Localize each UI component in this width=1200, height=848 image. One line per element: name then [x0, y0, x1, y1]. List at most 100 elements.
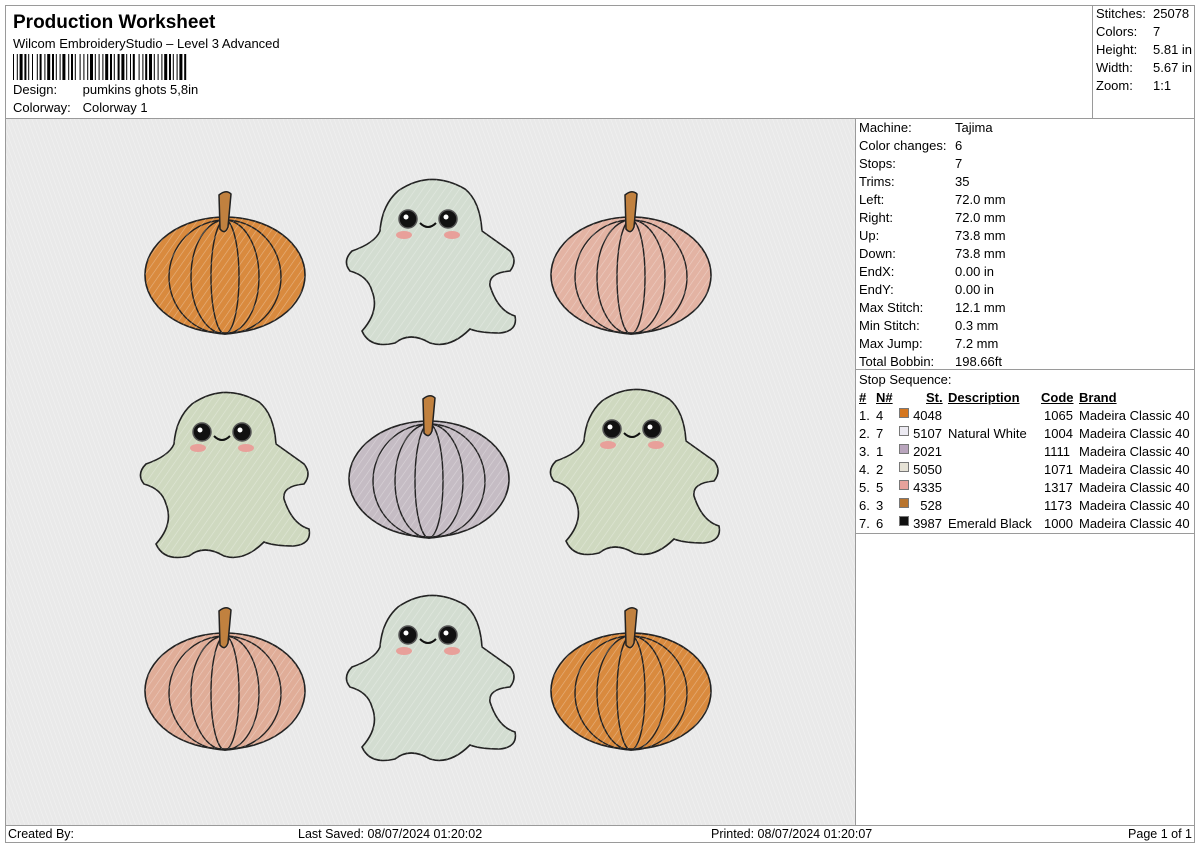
- col-header-stitches: St.: [926, 390, 943, 405]
- stitch-count: 3987: [913, 516, 942, 531]
- barcode: [13, 54, 187, 80]
- machine-info-row: Down: 73.8 mm: [859, 246, 1006, 261]
- machine-info-label: Total Bobbin:: [859, 354, 935, 369]
- needle-number: 4: [876, 408, 884, 423]
- colorway-label: Colorway:: [13, 100, 71, 115]
- stitches-label: Stitches:: [1096, 6, 1146, 21]
- stop-sequence-row: 4. 2 5050 1071 Madeira Classic 40: [856, 462, 1195, 480]
- zoom-value: 1:1: [1153, 78, 1172, 93]
- machine-info-value: 72.0 mm: [955, 192, 1006, 207]
- stop-sequence-row: 6. 3 528 1173 Madeira Classic 40: [856, 498, 1195, 516]
- embroidery-preview: [6, 119, 855, 826]
- machine-info-label: Min Stitch:: [859, 318, 920, 333]
- machine-info-label: Trims:: [859, 174, 895, 189]
- printed-date: Printed: 08/07/2024 01:20:07: [711, 827, 873, 841]
- stitches-value: 25078: [1153, 6, 1190, 21]
- colors-value: 7: [1153, 24, 1161, 39]
- width-value: 5.67 in: [1153, 60, 1193, 75]
- thread-brand: Madeira Classic 40: [1079, 444, 1190, 459]
- design-preview: [6, 119, 856, 826]
- machine-info-row: Color changes: 6: [859, 138, 962, 153]
- colorway-row: Colorway: Colorway 1: [13, 100, 148, 115]
- machine-info-value: 35: [955, 174, 970, 189]
- machine-info-value: Tajima: [955, 120, 993, 135]
- machine-info-row: Machine: Tajima: [859, 120, 993, 135]
- stitches-row: Stitches: 25078: [1096, 6, 1189, 21]
- machine-info-row: Max Jump: 7.2 mm: [859, 336, 998, 351]
- stitch-count: 5107: [913, 426, 942, 441]
- thread-brand: Madeira Classic 40: [1079, 408, 1190, 423]
- stop-sequence-title: Stop Sequence:: [859, 372, 952, 387]
- divider: [856, 369, 1195, 370]
- machine-info-value: 7: [955, 156, 963, 171]
- machine-info-value: 0.00 in: [955, 264, 995, 279]
- machine-info-value: 198.66ft: [955, 354, 1002, 369]
- machine-info-label: Max Stitch:: [859, 300, 924, 315]
- stop-sequence-row: 7. 6 3987 Emerald Black 1000 Madeira Classic …: [856, 516, 1195, 534]
- row-number: 7.: [859, 516, 870, 531]
- thread-description: Emerald Black: [948, 516, 1032, 531]
- machine-info-row: Max Stitch: 12.1 mm: [859, 300, 1006, 315]
- last-saved: Last Saved: 08/07/2024 01:20:02: [298, 827, 483, 841]
- row-number: 4.: [859, 462, 870, 477]
- machine-info-row: EndX: 0.00 in: [859, 264, 994, 279]
- design-value: pumkins ghots 5,8in: [82, 82, 199, 97]
- machine-info-row: Trims: 35: [859, 174, 969, 189]
- design-stats: Stitches: 25078 Colors: 7 Height: 5.81 in W…: [1092, 5, 1195, 119]
- stop-sequence-row: 1. 4 4048 1065 Madeira Classic 40: [856, 408, 1195, 426]
- color-swatch: [899, 480, 909, 490]
- stop-sequence-row: 3. 1 2021 1111 Madeira Classic 40: [856, 444, 1195, 462]
- thread-description: Natural White: [948, 426, 1027, 441]
- stop-sequence-row: 5. 5 4335 1317 Madeira Classic 40: [856, 480, 1195, 498]
- stitch-count: 2021: [913, 444, 942, 459]
- machine-info-label: Stops:: [859, 156, 896, 171]
- worksheet-header: Production Worksheet Wilcom EmbroiderySt…: [5, 5, 1092, 119]
- colorway-value: Colorway 1: [82, 100, 148, 115]
- machine-info-label: Max Jump:: [859, 336, 923, 351]
- page-title: Production Worksheet: [13, 12, 216, 33]
- zoom-row: Zoom: 1:1: [1096, 78, 1171, 93]
- thread-brand: Madeira Classic 40: [1079, 462, 1190, 477]
- height-label: Height:: [1096, 42, 1138, 57]
- machine-info-row: Stops: 7: [859, 156, 962, 171]
- colors-row: Colors: 7: [1096, 24, 1160, 39]
- thread-code: 1173: [1044, 498, 1072, 513]
- machine-info-value: 7.2 mm: [955, 336, 999, 351]
- machine-info-label: Up:: [859, 228, 880, 243]
- colors-label: Colors:: [1096, 24, 1138, 39]
- stitch-count: 5050: [913, 462, 942, 477]
- thread-code: 1111: [1044, 444, 1071, 459]
- machine-info-row: Left: 72.0 mm: [859, 192, 1006, 207]
- thread-brand: Madeira Classic 40: [1079, 426, 1190, 441]
- machine-info-label: Left:: [859, 192, 885, 207]
- height-value: 5.81 in: [1153, 42, 1193, 57]
- thread-brand: Madeira Classic 40: [1079, 498, 1190, 513]
- thread-brand: Madeira Classic 40: [1079, 516, 1190, 531]
- row-number: 6.: [859, 498, 870, 513]
- machine-info-row: EndY: 0.00 in: [859, 282, 994, 297]
- machine-info-label: Down:: [859, 246, 896, 261]
- machine-info-value: 0.00 in: [955, 282, 995, 297]
- needle-number: 7: [876, 426, 884, 441]
- page-number: Page 1 of 1: [1128, 827, 1192, 841]
- col-header-code: Code: [1041, 390, 1074, 405]
- machine-info-row: Min Stitch: 0.3 mm: [859, 318, 998, 333]
- thread-code: 1004: [1044, 426, 1073, 441]
- color-swatch: [899, 462, 909, 472]
- machine-info-value: 0.3 mm: [955, 318, 999, 333]
- row-number: 1.: [859, 408, 870, 423]
- machine-info-row: Right: 72.0 mm: [859, 210, 1006, 225]
- width-row: Width: 5.67 in: [1096, 60, 1192, 75]
- machine-info-label: EndX:: [859, 264, 895, 279]
- needle-number: 2: [876, 462, 884, 477]
- height-row: Height: 5.81 in: [1096, 42, 1192, 57]
- machine-info-value: 72.0 mm: [955, 210, 1006, 225]
- col-header-needle: N#: [876, 390, 893, 405]
- machine-info-label: EndY:: [859, 282, 894, 297]
- col-header-brand: Brand: [1079, 390, 1117, 405]
- col-header-description: Description: [948, 390, 1020, 405]
- machine-info-label: Right:: [859, 210, 893, 225]
- stitch-count: 4335: [913, 480, 942, 495]
- design-row: Design: pumkins ghots 5,8in: [13, 82, 198, 97]
- row-number: 3.: [859, 444, 870, 459]
